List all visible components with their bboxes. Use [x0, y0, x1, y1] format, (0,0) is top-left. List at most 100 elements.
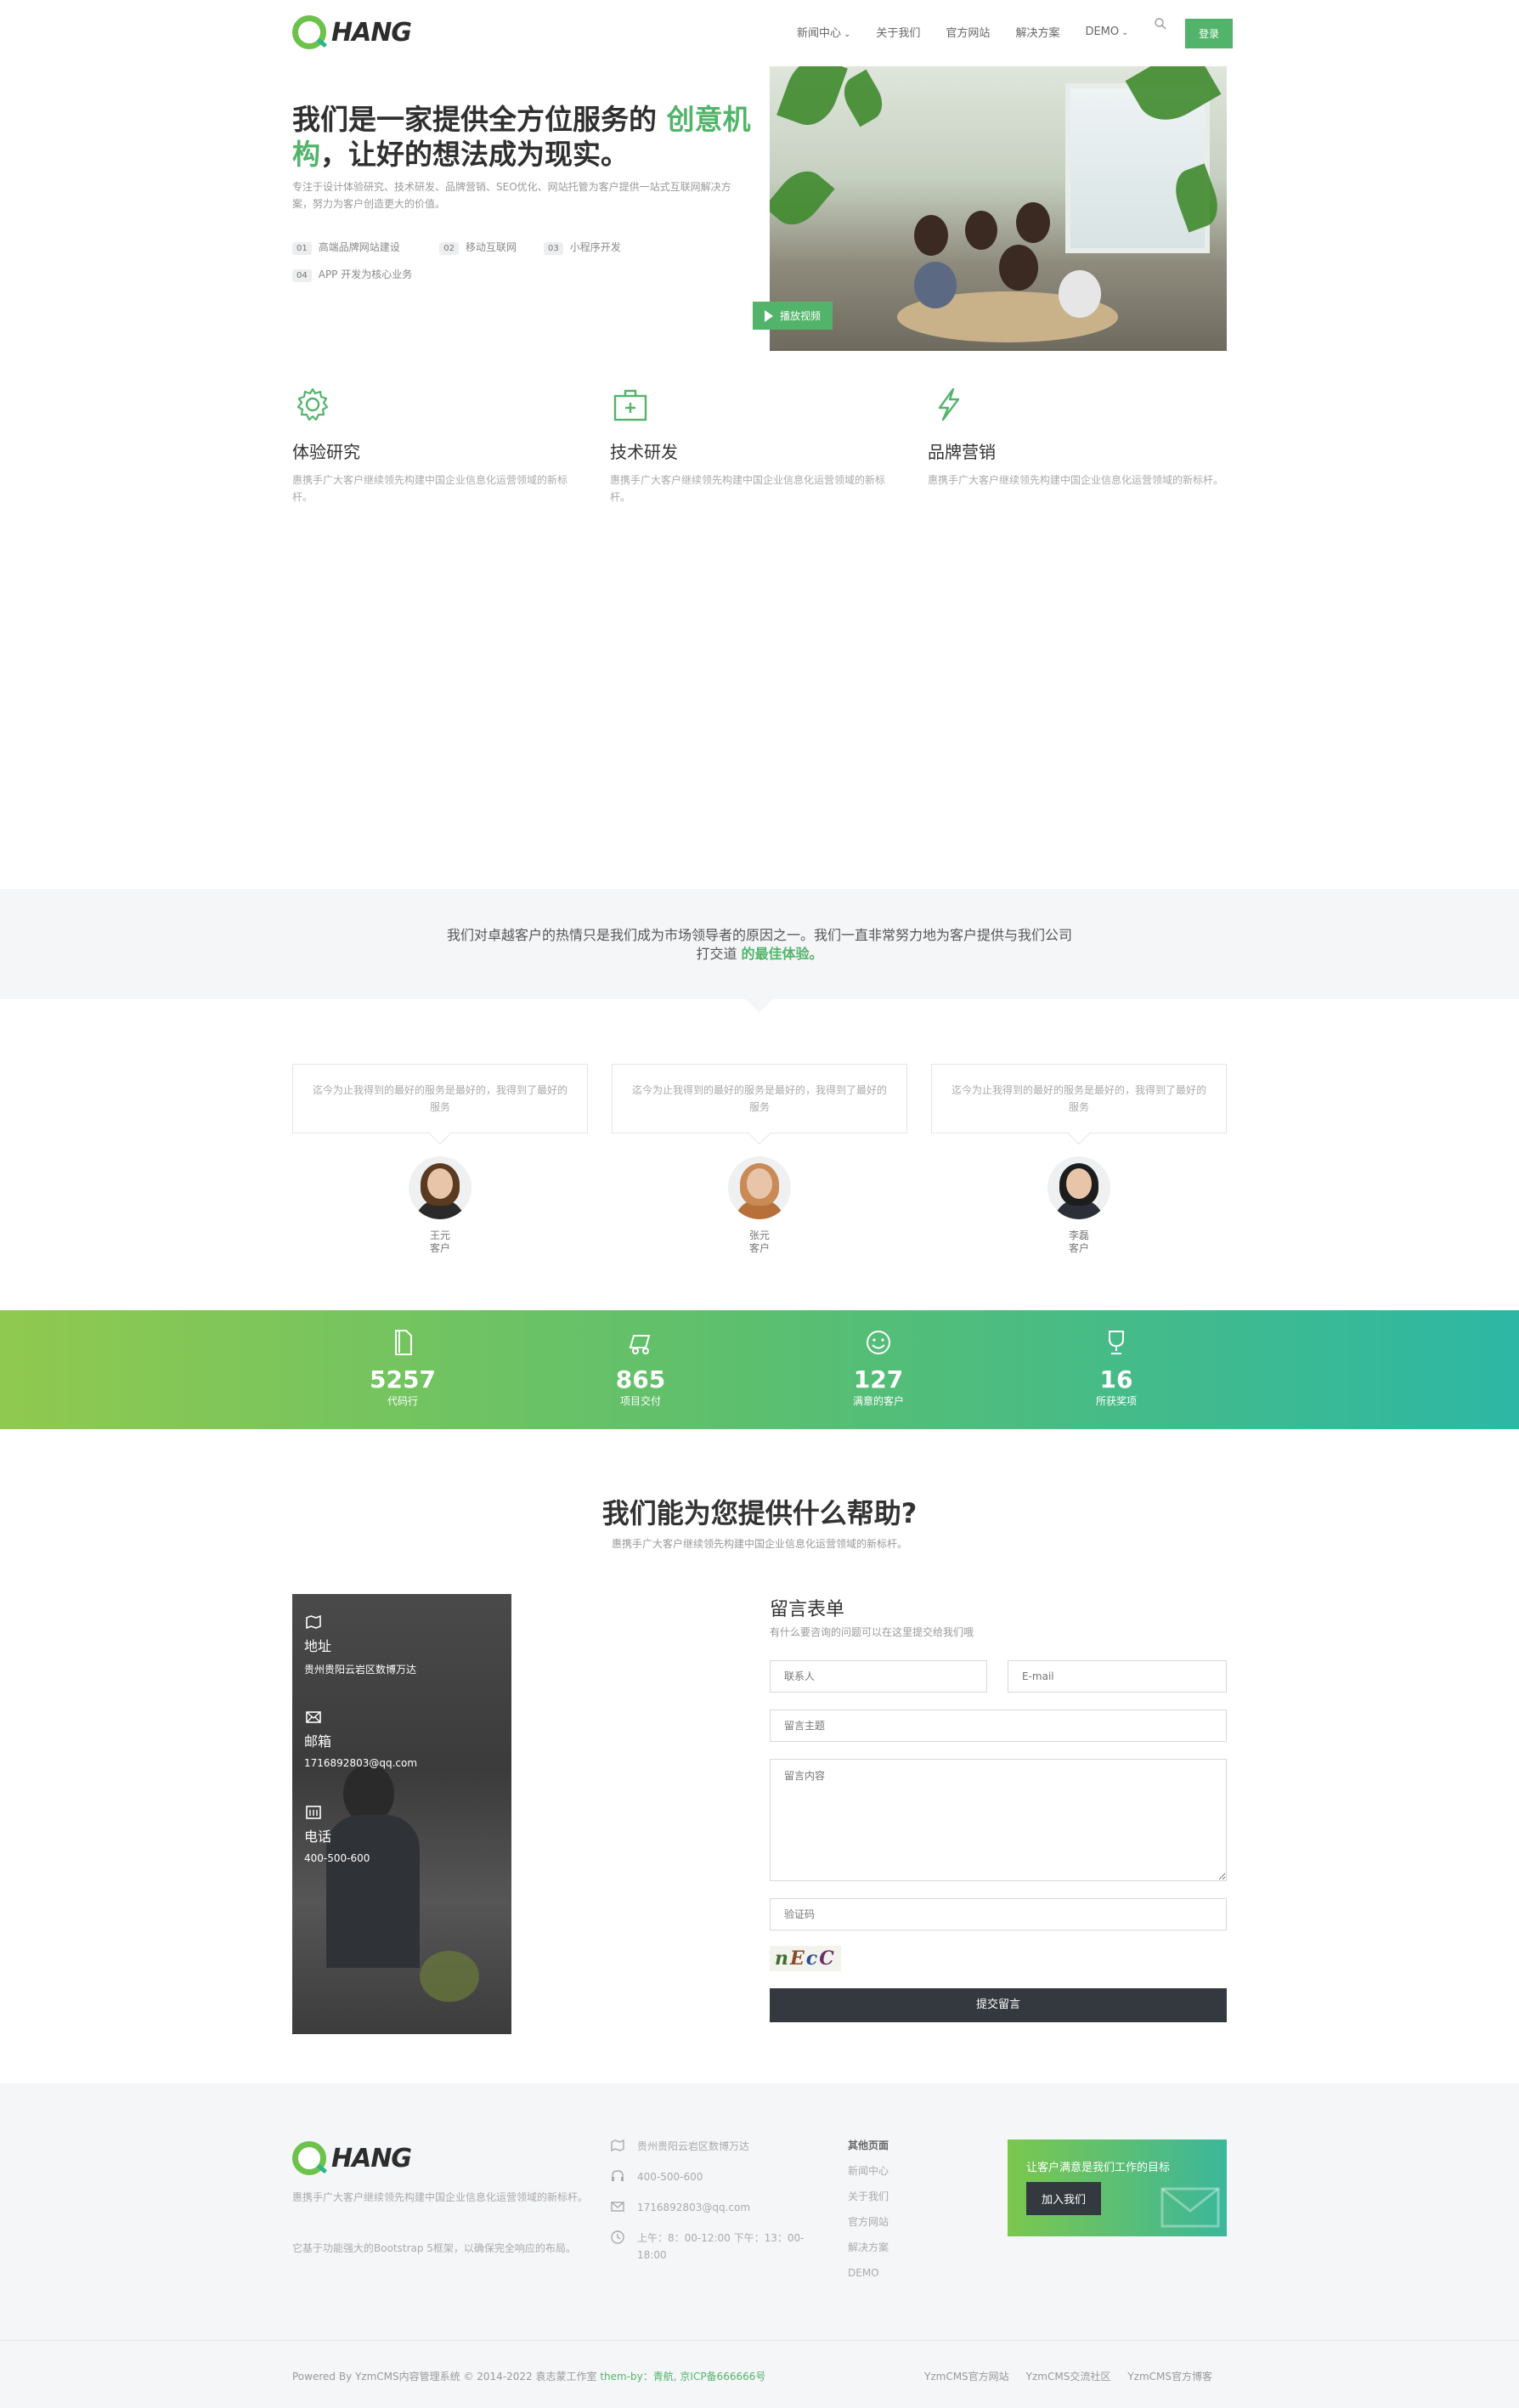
address-value: 贵州贵阳云岩区数博万达 [304, 1664, 417, 1676]
band-arrow [746, 999, 773, 1013]
footer-links: 其他页面 新闻中心 关于我们 官方网站 解决方案 DEMO [848, 2133, 889, 2286]
smile-icon [867, 1331, 890, 1354]
footer-link[interactable]: 官方网站 [848, 2209, 889, 2235]
service-title: 品牌营销 [928, 442, 996, 462]
stat-label: 所获奖项 [1095, 1395, 1137, 1407]
map-icon [611, 2139, 624, 2152]
help-subtitle: 惠携手广大客户继续领先构建中国企业信息化运营领域的新标杆。 [611, 1538, 907, 1550]
form-subtitle: 有什么要咨询的问题可以在这里提交给我们哦 [770, 1626, 974, 1638]
contact-info-box: 地址 贵州贵阳云岩区数博万达 邮箱 1716892803@qq.com 电话 4… [292, 1594, 511, 2034]
form-title: 留言表单 [770, 1599, 845, 1620]
service-card: 品牌营销 惠携手广大客户继续领先构建中国企业信息化运营领域的新标杆。 [928, 384, 1225, 489]
footer-about-2: 它基于功能强大的Bootstrap 5框架，以确保完全响应的布局。 [292, 2242, 576, 2254]
bottom-link[interactable]: YzmCMS官方网站 [924, 2369, 1009, 2383]
footer-links-heading: 其他页面 [848, 2140, 889, 2151]
message-textarea[interactable] [770, 1759, 1227, 1881]
email-value: 1716892803@qq.com [304, 1757, 418, 1769]
email-input[interactable] [1008, 1660, 1227, 1693]
hero-description: 专注于设计体验研究、技术研发、品牌营销、SEO优化、网站托管为客户提供一站式互联… [292, 181, 731, 210]
search-icon[interactable] [1154, 17, 1167, 31]
footer-about: 惠携手广大客户继续领先构建中国企业信息化运营领域的新标杆。 [292, 2191, 589, 2203]
testimonial-role: 客户 [748, 1242, 770, 1254]
chevron-down-icon: ⌄ [1121, 28, 1129, 37]
document-icon [395, 1330, 412, 1355]
icp-link[interactable]: 京ICP备666666号 [680, 2371, 765, 2383]
bottom-link[interactable]: YzmCMS交流社区 [1026, 2369, 1111, 2383]
lightning-icon [938, 387, 960, 421]
address-label: 地址 [304, 1638, 332, 1654]
service-description: 惠携手广大客户继续领先构建中国企业信息化运营领域的新标杆。 [292, 474, 568, 503]
mail-icon [611, 2202, 624, 2212]
copyright: Powered By YzmCMS内容管理系统 © 2014-2022 袁志蒙工… [292, 2371, 766, 2383]
captcha-image[interactable]: nEcC [770, 1946, 841, 1971]
clock-icon [611, 2230, 624, 2244]
logo-q-icon [292, 2141, 326, 2175]
footer-link[interactable]: 关于我们 [848, 2184, 889, 2209]
stat-value: 127 [853, 1365, 904, 1393]
join-cta-text: 让客户满意是我们工作的目标 [1026, 2162, 1171, 2174]
testimonial-role: 客户 [1068, 1242, 1089, 1254]
feature-item: 02 移动互联网 [439, 240, 517, 255]
join-cta-box: 让客户满意是我们工作的目标 加入我们 [1008, 2140, 1227, 2236]
avatar [409, 1156, 472, 1219]
name-input[interactable] [770, 1660, 987, 1693]
footer-email-row: 1716892803@qq.com [610, 2199, 814, 2216]
footer-contact: 贵州贵阳云岩区数博万达 400-500-600 1716892803@qq.co… [610, 2138, 814, 2264]
play-icon [765, 309, 773, 322]
stat-item: 127 满意的客户 [810, 1327, 946, 1408]
footer-link[interactable]: DEMO [848, 2260, 889, 2286]
footer-address-row: 贵州贵阳云岩区数博万达 [610, 2138, 814, 2155]
footer-link[interactable]: 解决方案 [848, 2235, 889, 2260]
trophy-icon [1109, 1331, 1124, 1354]
quote-band-text: 我们对卓越客户的热情只是我们成为市场领导者的原因之一。我们一直非常努力地为客户提… [446, 927, 1072, 962]
service-title: 技术研发 [610, 442, 678, 462]
testimonial-name: 王元 [429, 1229, 450, 1241]
footer-hours-row: 上午：8：00-12:00 下午：13：00-18:00 [610, 2230, 814, 2264]
testimonial: 迄今为止我得到的最好的服务是最好的，我得到了最好的服务 李磊 客户 [931, 1064, 1227, 1255]
nav-item-demo[interactable]: DEMO ⌄ [1085, 25, 1128, 38]
logo[interactable]: HANG [292, 15, 412, 49]
help-title: 我们能为您提供什么帮助? [601, 1497, 918, 1529]
stat-label: 代码行 [387, 1395, 418, 1407]
feature-item: 04 APP 开发为核心业务 [292, 267, 412, 282]
logo-text: HANG [331, 2143, 412, 2173]
captcha-input[interactable] [770, 1898, 1227, 1930]
subject-input[interactable] [770, 1710, 1227, 1742]
feature-list: 01 高端品牌网站建设 02 移动互联网 03 小程序开发 04 APP 开发为核心业务 [292, 240, 621, 282]
stat-value: 865 [615, 1365, 666, 1393]
join-button[interactable]: 加入我们 [1026, 2182, 1102, 2215]
submit-button[interactable]: 提交留言 [770, 1988, 1227, 2022]
service-card: 体验研究 惠携手广大客户继续领先构建中国企业信息化运营领域的新标杆。 [292, 384, 581, 506]
hero-title: 我们是一家提供全方位服务的 创意机构，让好的想法成为现实。 [292, 103, 751, 171]
service-description: 惠携手广大客户继续领先构建中国企业信息化运营领域的新标杆。 [928, 474, 1224, 486]
envelope-icon [1160, 2187, 1220, 2228]
footer-link[interactable]: 新闻中心 [848, 2158, 889, 2184]
feature-item: 01 高端品牌网站建设 [292, 240, 412, 255]
testimonial-name: 张元 [748, 1229, 770, 1241]
stat-item: 865 项目交付 [573, 1327, 709, 1408]
headset-icon [612, 2170, 624, 2181]
stat-value: 16 [1099, 1365, 1133, 1393]
theme-by-link[interactable]: them-by：青航 [600, 2371, 673, 2383]
chevron-down-icon: ⌄ [844, 30, 851, 39]
stat-label: 项目交付 [619, 1395, 661, 1407]
play-video-button[interactable]: 播放视频 [753, 302, 833, 330]
nav-item-about[interactable]: 关于我们 [876, 24, 920, 40]
truck-icon [629, 1335, 651, 1354]
gear-icon [296, 387, 329, 421]
testimonial: 迄今为止我得到的最好的服务是最好的，我得到了最好的服务 王元 客户 [292, 1064, 588, 1255]
main-nav: 新闻中心 ⌄ 关于我们 官方网站 解决方案 DEMO ⌄ [797, 24, 1129, 40]
nav-item-official[interactable]: 官方网站 [946, 24, 990, 40]
bottom-link[interactable]: YzmCMS官方博客 [1127, 2369, 1212, 2383]
footer-logo[interactable]: HANG [292, 2141, 412, 2175]
stat-value: 5257 [370, 1365, 436, 1393]
avatar [1047, 1156, 1110, 1219]
bottom-links: YzmCMS官方网站 YzmCMS交流社区 YzmCMS官方博客 [924, 2369, 1212, 2383]
nav-item-news[interactable]: 新闻中心 ⌄ [797, 24, 850, 40]
phone-label: 电话 [304, 1829, 332, 1845]
feature-item: 03 小程序开发 [543, 240, 621, 255]
nav-item-solutions[interactable]: 解决方案 [1015, 24, 1059, 40]
hero-image [770, 66, 1227, 351]
avatar [728, 1156, 791, 1219]
login-button[interactable]: 登录 [1185, 19, 1234, 48]
